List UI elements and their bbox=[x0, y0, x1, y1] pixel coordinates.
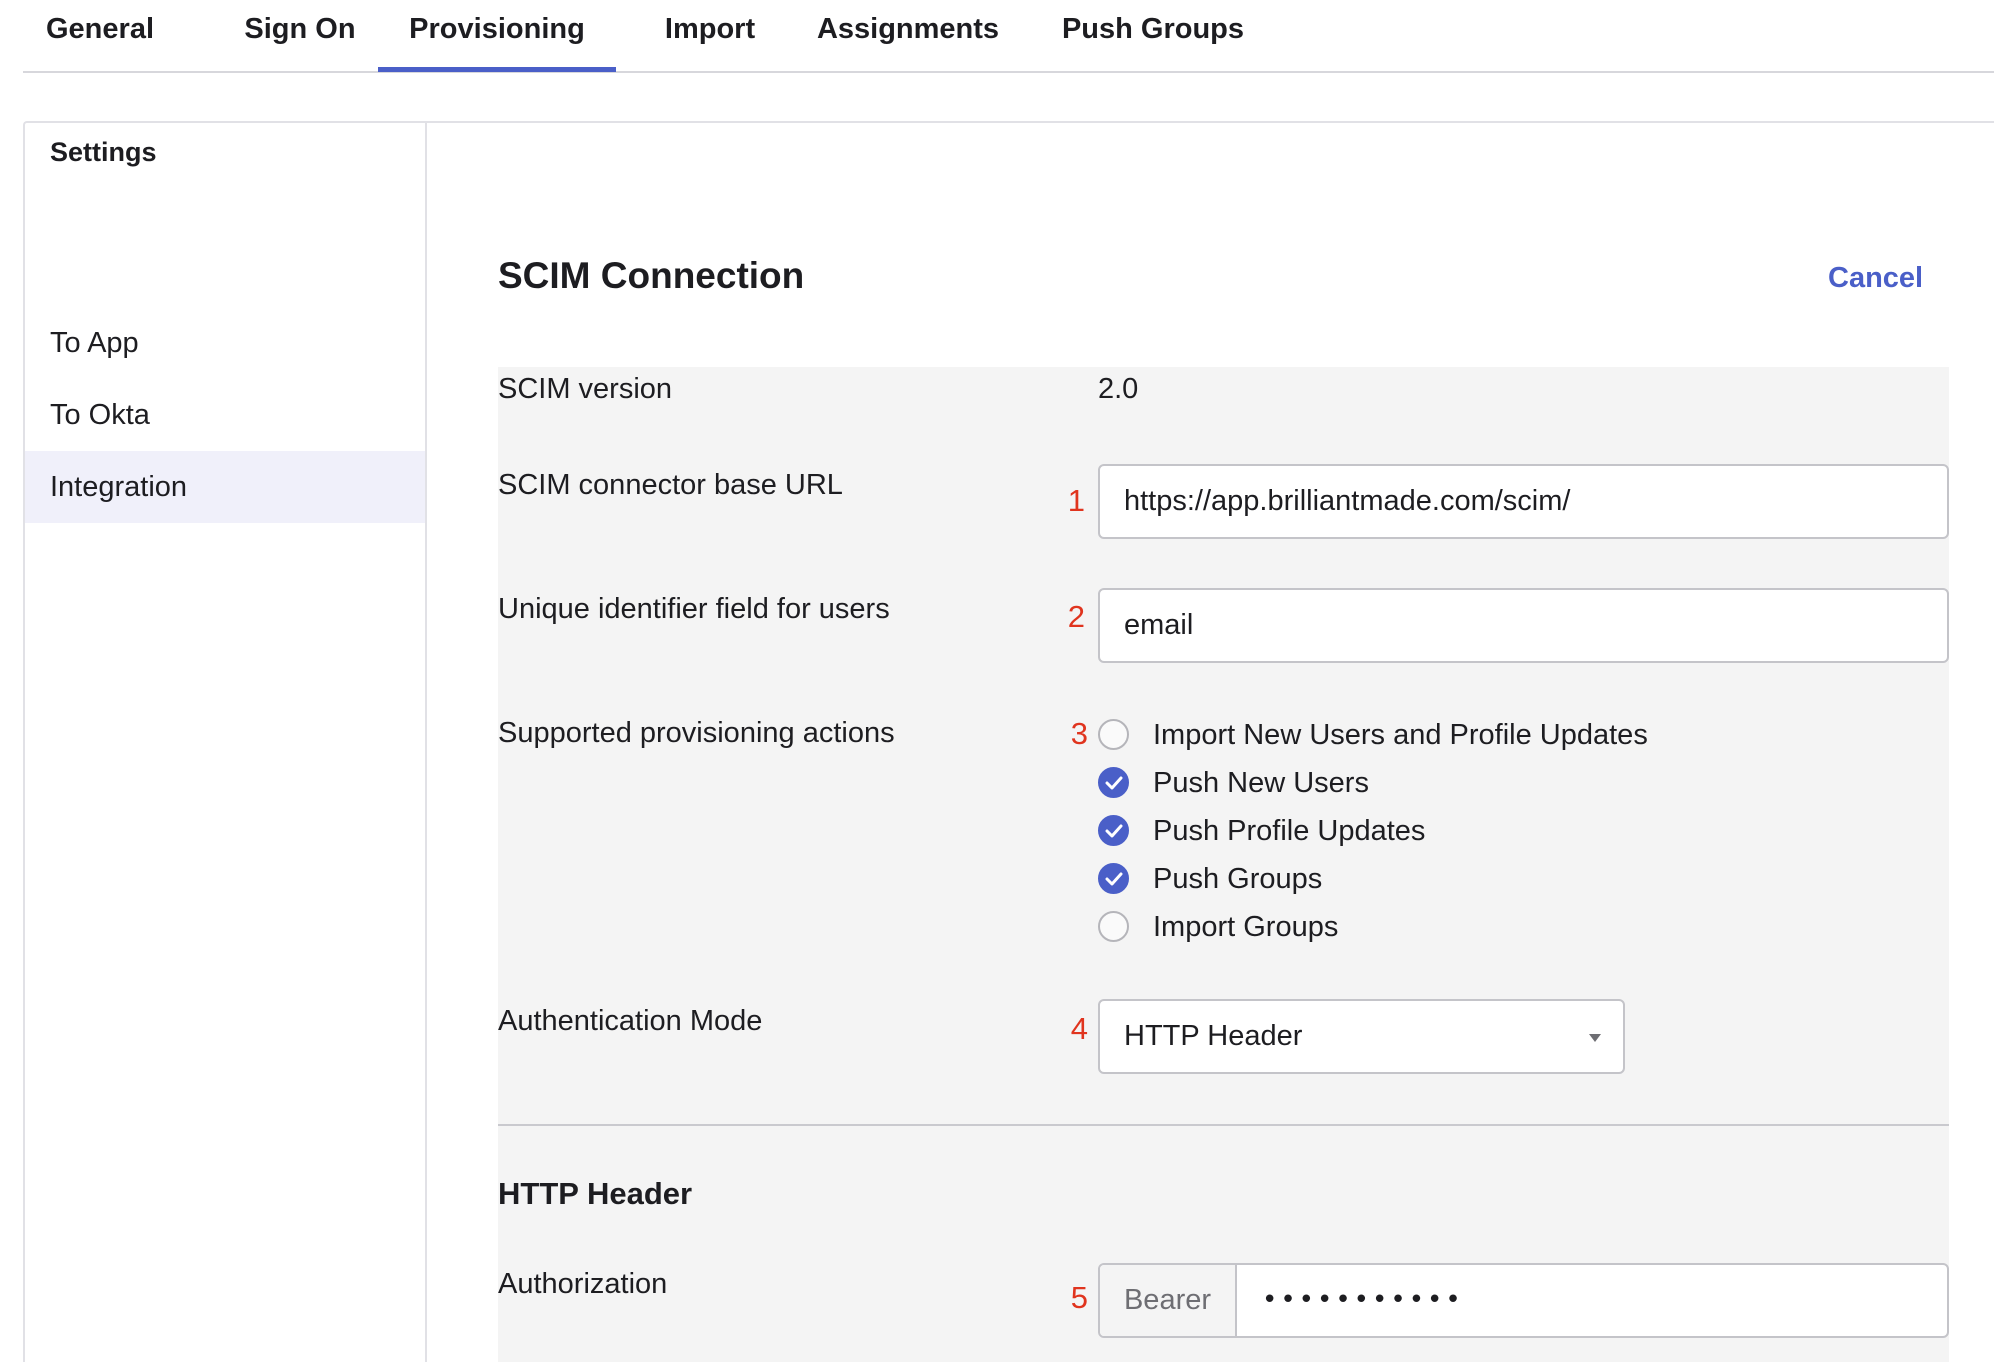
authorization-token-input[interactable]: ••••••••••• bbox=[1262, 1265, 1464, 1336]
auth-mode-label: Authentication Mode bbox=[498, 1005, 763, 1037]
checkbox-unchecked-icon bbox=[1098, 719, 1129, 750]
step-number-1: 1 bbox=[1067, 483, 1085, 518]
step-number-2: 2 bbox=[1067, 599, 1085, 634]
auth-mode-selected-value: HTTP Header bbox=[1124, 1020, 1303, 1052]
unique-id-input[interactable]: email bbox=[1098, 588, 1949, 663]
base-url-label: SCIM connector base URL bbox=[498, 469, 843, 501]
auth-mode-select[interactable]: HTTP Header bbox=[1098, 999, 1625, 1074]
sidebar-heading: Settings bbox=[50, 137, 157, 167]
sidebar-item-to-app[interactable]: To App bbox=[25, 307, 425, 379]
caret-down-icon bbox=[1589, 1034, 1601, 1042]
app-provisioning-page: General Sign On Provisioning Import Assi… bbox=[0, 0, 1994, 1362]
scim-version-value: 2.0 bbox=[1098, 373, 1139, 405]
tab-sign-on[interactable]: Sign On bbox=[205, 0, 395, 72]
checkmark-icon bbox=[1098, 815, 1129, 846]
tab-push-groups[interactable]: Push Groups bbox=[1043, 0, 1263, 72]
settings-sidebar: Settings To App To Okta Integration bbox=[25, 123, 427, 1362]
checkbox-label: Import New Users and Profile Updates bbox=[1153, 719, 1648, 751]
checkbox-label: Import Groups bbox=[1153, 911, 1339, 943]
step-number-3: 3 bbox=[1070, 716, 1088, 751]
authorization-label: Authorization bbox=[498, 1268, 668, 1300]
checkbox-unchecked-icon bbox=[1098, 911, 1129, 942]
form-divider bbox=[498, 1124, 1949, 1126]
tab-general[interactable]: General bbox=[23, 0, 177, 72]
step-number-5: 5 bbox=[1070, 1280, 1088, 1315]
sidebar-item-to-okta[interactable]: To Okta bbox=[25, 379, 425, 451]
checkmark-icon bbox=[1098, 863, 1129, 894]
tab-import[interactable]: Import bbox=[635, 0, 785, 72]
checkbox-label: Push Profile Updates bbox=[1153, 815, 1426, 847]
tab-provisioning[interactable]: Provisioning bbox=[378, 0, 616, 72]
checkbox-label: Push Groups bbox=[1153, 863, 1323, 895]
base-url-input[interactable]: https://app.brilliantmade.com/scim/ bbox=[1098, 464, 1949, 539]
sidebar-item-integration[interactable]: Integration bbox=[25, 451, 425, 523]
tab-bar: General Sign On Provisioning Import Assi… bbox=[23, 0, 1994, 73]
bearer-prefix: Bearer bbox=[1100, 1265, 1237, 1336]
scim-version-label: SCIM version bbox=[498, 373, 673, 405]
cancel-button[interactable]: Cancel bbox=[1828, 262, 1923, 295]
page-title: SCIM Connection bbox=[498, 255, 805, 296]
authorization-field: Bearer ••••••••••• bbox=[1098, 1263, 1949, 1338]
checkmark-icon bbox=[1098, 767, 1129, 798]
step-number-4: 4 bbox=[1070, 1011, 1088, 1046]
http-header-section-title: HTTP Header bbox=[498, 1176, 693, 1211]
tab-assignments[interactable]: Assignments bbox=[793, 0, 1023, 72]
checkbox-label: Push New Users bbox=[1153, 767, 1369, 799]
unique-id-label: Unique identifier field for users bbox=[498, 593, 890, 625]
provisioning-actions-label: Supported provisioning actions bbox=[498, 717, 895, 749]
